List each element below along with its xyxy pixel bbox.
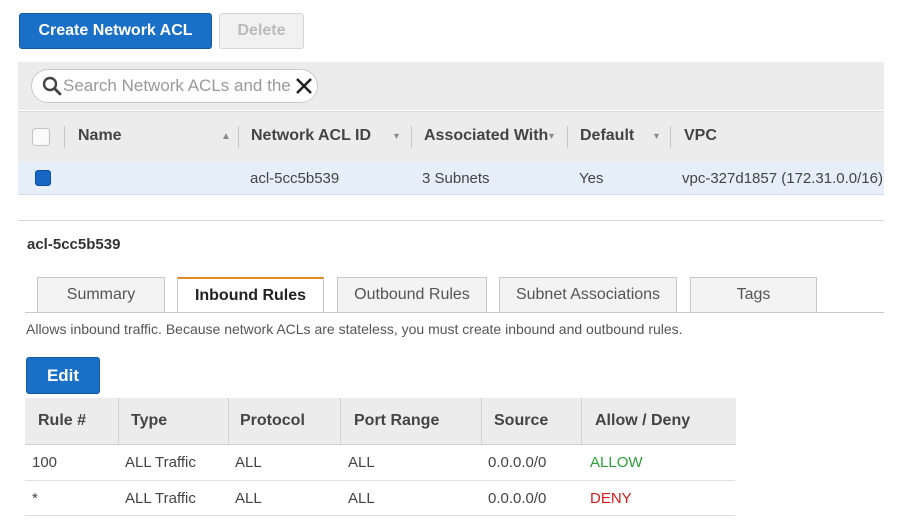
- row-default: Yes: [579, 169, 604, 187]
- search-icon: [42, 76, 62, 96]
- column-associated-with[interactable]: Associated With: [424, 112, 548, 160]
- table-row[interactable]: acl-5cc5b539 3 Subnets Yes vpc-327d1857 …: [18, 162, 884, 195]
- column-source: Source: [494, 412, 549, 429]
- tabs-baseline: [25, 312, 884, 313]
- rule-source: 0.0.0.0/0: [488, 489, 547, 507]
- row-associated-with: 3 Subnets: [422, 169, 490, 187]
- edit-button[interactable]: Edit: [26, 357, 100, 394]
- rule-port-range: ALL: [348, 453, 375, 471]
- rule-type: ALL Traffic: [125, 453, 196, 471]
- column-default[interactable]: Default: [580, 112, 634, 160]
- column-vpc[interactable]: VPC: [684, 112, 717, 160]
- column-name[interactable]: Name: [78, 112, 122, 160]
- chevron-down-icon[interactable]: ▾: [654, 131, 659, 142]
- chevron-down-icon[interactable]: ▾: [394, 131, 399, 142]
- rule-number: 100: [32, 453, 58, 471]
- panel-divider: [18, 220, 884, 221]
- row-vpc: vpc-327d1857 (172.31.0.0/16): [682, 169, 883, 187]
- delete-button[interactable]: Delete: [219, 13, 304, 49]
- rule-port-range: ALL: [348, 489, 375, 507]
- close-icon[interactable]: [294, 76, 314, 96]
- column-port-range: Port Range: [354, 412, 440, 429]
- rule-allow-deny: DENY: [590, 489, 632, 507]
- row-acl-id: acl-5cc5b539: [250, 169, 340, 187]
- acl-table-header: Name ▲ Network ACL ID ▾ Associated With …: [18, 111, 884, 163]
- create-network-acl-button[interactable]: Create Network ACL: [19, 13, 212, 49]
- column-rule-number: Rule #: [38, 412, 87, 429]
- detail-title: acl-5cc5b539: [27, 236, 121, 253]
- column-type: Type: [131, 412, 168, 429]
- rules-table-header: Rule # Type Protocol Port Range Source A…: [25, 398, 736, 445]
- rule-protocol: ALL: [235, 453, 262, 471]
- rule-source: 0.0.0.0/0: [488, 453, 547, 471]
- select-all-checkbox[interactable]: [32, 128, 50, 146]
- tab-inbound-rules[interactable]: Inbound Rules: [177, 277, 324, 313]
- chevron-down-icon[interactable]: ▾: [549, 131, 554, 142]
- row-divider: [25, 515, 735, 516]
- rule-type: ALL Traffic: [125, 489, 196, 507]
- column-acl-id[interactable]: Network ACL ID: [251, 112, 371, 160]
- column-protocol: Protocol: [240, 412, 305, 429]
- row-checkbox[interactable]: [35, 170, 51, 186]
- rule-protocol: ALL: [235, 489, 262, 507]
- rule-allow-deny: ALLOW: [590, 453, 643, 471]
- tab-tags[interactable]: Tags: [690, 277, 817, 312]
- tab-subnet-associations[interactable]: Subnet Associations: [499, 277, 677, 312]
- tab-summary[interactable]: Summary: [37, 277, 165, 312]
- tab-outbound-rules[interactable]: Outbound Rules: [337, 277, 487, 312]
- search-input[interactable]: Search Network ACLs and the: [63, 76, 293, 96]
- sort-asc-icon[interactable]: ▲: [221, 131, 231, 142]
- rule-number: *: [32, 489, 38, 507]
- search-bar-panel: Search Network ACLs and the: [18, 62, 884, 110]
- column-allow-deny: Allow / Deny: [595, 412, 691, 429]
- search-box[interactable]: Search Network ACLs and the: [31, 69, 318, 103]
- inbound-rules-description: Allows inbound traffic. Because network …: [26, 321, 683, 337]
